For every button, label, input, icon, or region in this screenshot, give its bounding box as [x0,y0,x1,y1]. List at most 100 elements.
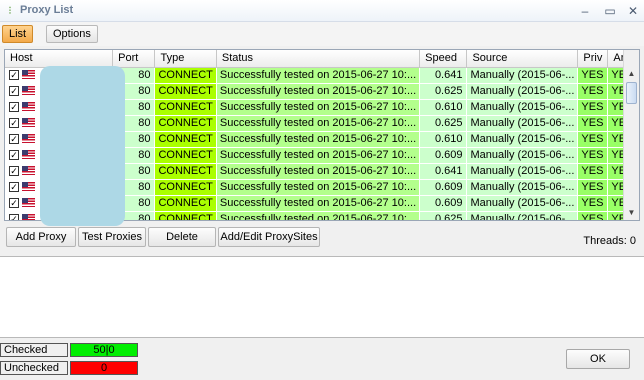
priv-cell: YES [577,115,609,132]
status-cell: Successfully tested on 2015-06-27 10:... [216,163,421,180]
minimize-icon[interactable]: – [576,2,594,20]
status-cell: Successfully tested on 2015-06-27 10:... [216,115,421,132]
source-cell: Manually (2015-06-... [466,147,579,164]
type-cell: CONNECT [154,115,217,132]
source-cell: Manually (2015-06-... [466,211,579,220]
type-cell: CONNECT [154,99,217,116]
maximize-icon[interactable]: ▭ [601,2,619,20]
checkbox[interactable]: ✓ [9,85,19,96]
priv-cell: YES [577,131,609,148]
column-status[interactable]: Status [216,50,421,68]
window-title: Proxy List [20,4,74,16]
type-cell: CONNECT [154,67,217,84]
us-flag-icon [22,182,35,192]
speed-cell: 0.625 [419,211,468,220]
checkbox[interactable]: ✓ [9,117,19,128]
tab-list[interactable]: List [2,25,34,43]
log-area[interactable] [0,256,644,338]
us-flag-icon [22,134,35,144]
us-flag-icon [22,70,35,80]
checked-value: 50|0 [70,343,138,357]
status-cell: Successfully tested on 2015-06-27 10:... [216,195,421,212]
us-flag-icon [22,166,35,176]
type-cell: CONNECT [154,179,217,196]
source-cell: Manually (2015-06-... [466,115,579,132]
test-proxies-button[interactable]: Test Proxies [78,227,146,247]
column-host[interactable]: Host [5,50,114,68]
status-cell: Successfully tested on 2015-06-27 10:... [216,179,421,196]
checkbox[interactable]: ✓ [9,213,19,220]
source-cell: Manually (2015-06-... [466,83,579,100]
source-cell: Manually (2015-06-... [466,195,579,212]
priv-cell: YES [577,67,609,84]
checkbox[interactable]: ✓ [9,101,19,112]
speed-cell: 0.609 [419,195,468,212]
type-cell: CONNECT [154,211,217,220]
checkbox[interactable]: ✓ [9,165,19,176]
us-flag-icon [22,102,35,112]
us-flag-icon [22,214,35,220]
checked-label: Checked [0,343,68,357]
type-cell: CONNECT [154,131,217,148]
source-cell: Manually (2015-06-... [466,163,579,180]
column-priv[interactable]: Priv [577,50,609,68]
priv-cell: YES [577,179,609,196]
us-flag-icon [22,198,35,208]
speed-cell: 0.609 [419,179,468,196]
type-cell: CONNECT [154,163,217,180]
source-cell: Manually (2015-06-... [466,67,579,84]
speed-cell: 0.625 [419,83,468,100]
priv-cell: YES [577,147,609,164]
column-speed[interactable]: Speed [419,50,468,68]
speed-cell: 0.641 [419,163,468,180]
checkbox[interactable]: ✓ [9,197,19,208]
source-cell: Manually (2015-06-... [466,131,579,148]
us-flag-icon [22,86,35,96]
delete-button[interactable]: Delete [148,227,216,247]
column-port[interactable]: Port [112,50,156,68]
type-cell: CONNECT [154,83,217,100]
priv-cell: YES [577,99,609,116]
unchecked-value: 0 [70,361,138,375]
threads-count: Threads: 0 [583,235,636,247]
us-flag-icon [22,118,35,128]
scroll-thumb[interactable] [626,82,637,104]
speed-cell: 0.625 [419,115,468,132]
speed-cell: 0.610 [419,131,468,148]
table-header: Host Port Type Status Speed Source Priv … [5,50,639,68]
status-cell: Successfully tested on 2015-06-27 10:... [216,211,421,220]
scroll-down-icon[interactable]: ▼ [624,206,639,220]
priv-cell: YES [577,195,609,212]
ok-button[interactable]: OK [566,349,630,369]
type-cell: CONNECT [154,195,217,212]
status-cell: Successfully tested on 2015-06-27 10:... [216,147,421,164]
add-edit-proxysites-button[interactable]: Add/Edit ProxySites [218,227,320,247]
speed-cell: 0.610 [419,99,468,116]
checkbox[interactable]: ✓ [9,149,19,160]
vertical-scrollbar[interactable]: ▲ ▼ [623,50,639,220]
title-bar: ⁝ Proxy List – ▭ ✕ [0,0,644,22]
toolbar: List Options [0,22,644,46]
checkbox[interactable]: ✓ [9,69,19,80]
type-cell: CONNECT [154,147,217,164]
close-icon[interactable]: ✕ [624,2,642,20]
proxy-icon: ⁝ [8,5,12,17]
priv-cell: YES [577,163,609,180]
redaction-overlay [40,66,125,226]
status-cell: Successfully tested on 2015-06-27 10:... [216,99,421,116]
speed-cell: 0.609 [419,147,468,164]
checkbox[interactable]: ✓ [9,133,19,144]
column-source[interactable]: Source [466,50,579,68]
checkbox[interactable]: ✓ [9,181,19,192]
status-cell: Successfully tested on 2015-06-27 10:... [216,131,421,148]
source-cell: Manually (2015-06-... [466,99,579,116]
source-cell: Manually (2015-06-... [466,179,579,196]
add-proxy-button[interactable]: Add Proxy [6,227,76,247]
column-type[interactable]: Type [154,50,217,68]
tab-options[interactable]: Options [46,25,98,43]
status-cell: Successfully tested on 2015-06-27 10:... [216,67,421,84]
us-flag-icon [22,150,35,160]
priv-cell: YES [577,211,609,220]
scroll-up-icon[interactable]: ▲ [624,67,639,81]
priv-cell: YES [577,83,609,100]
